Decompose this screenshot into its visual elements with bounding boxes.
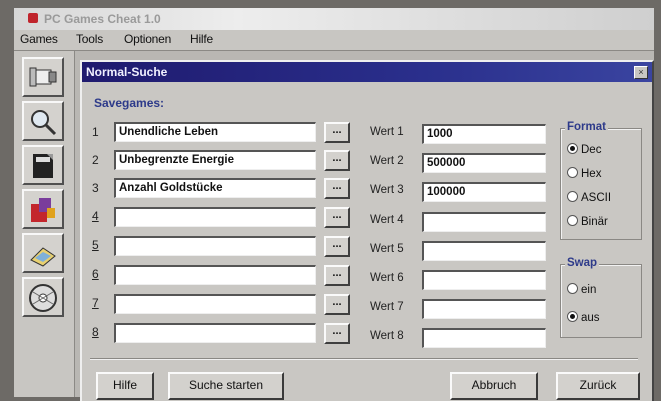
row-number: 6 [92,267,99,281]
tool-button-hand[interactable] [22,233,64,273]
format-option-ascii[interactable]: ASCII [567,191,611,204]
row-number: 8 [92,325,99,339]
back-button[interactable]: Zurück [556,372,640,400]
swap-option-aus[interactable]: aus [567,311,600,324]
wert-label: Wert 2 [370,155,404,167]
format-group: Format Dec Hex ASCII Binär [560,121,642,240]
savegame-name-field[interactable]: Anzahl Goldstücke [114,178,316,198]
wert-label: Wert 8 [370,330,404,342]
menu-games[interactable]: Games [20,32,58,46]
savegame-name-field[interactable] [114,236,316,256]
app-title: PC Games Cheat 1.0 [44,12,161,26]
row-number: 7 [92,296,99,310]
menu-optionen[interactable]: Optionen [124,32,171,46]
savegame-name-field[interactable] [114,294,316,314]
wert-value-field[interactable] [422,241,546,261]
app-title-bar: PC Games Cheat 1.0 [14,8,654,30]
wert-label: Wert 3 [370,184,404,196]
browse-button[interactable]: ... [324,265,350,286]
tool-button-scroll[interactable] [22,57,64,97]
swap-option-ein[interactable]: ein [567,283,596,296]
menu-hilfe[interactable]: Hilfe [190,32,213,46]
row-number: 4 [92,209,99,223]
wert-value-field[interactable] [422,212,546,232]
browse-button[interactable]: ... [324,294,350,315]
savegame-name-field[interactable] [114,323,316,343]
tool-button-disc[interactable] [22,277,64,317]
app-icon [28,13,38,23]
dialog-title: Normal-Suche [82,62,652,82]
left-toolbar [14,51,75,397]
radio-checked-icon [567,143,578,154]
browse-button[interactable]: ... [324,122,350,143]
menu-bar: Games Tools Optionen Hilfe [14,30,654,51]
wert-label: Wert 1 [370,126,404,138]
radio-unchecked-icon [567,283,578,294]
browse-button[interactable]: ... [324,150,350,171]
cancel-button[interactable]: Abbruch [450,372,538,400]
tool-button-search[interactable] [22,101,64,141]
row-number: 2 [92,153,99,167]
wert-value-field[interactable] [422,328,546,348]
format-option-dec[interactable]: Dec [567,143,601,156]
row-number: 1 [92,125,99,139]
format-option-binaer[interactable]: Binär [567,215,608,228]
document-icon [33,154,53,178]
browse-button[interactable]: ... [324,323,350,344]
tool-button-paint[interactable] [22,189,64,229]
savegames-label: Savegames: [94,96,165,110]
scroll-icon [29,67,57,87]
wert-label: Wert 5 [370,243,404,255]
menu-tools[interactable]: Tools [76,32,103,46]
search-start-button[interactable]: Suche starten [168,372,284,400]
savegame-name-field[interactable]: Unendliche Leben [114,122,316,142]
format-option-hex[interactable]: Hex [567,167,601,180]
paint-icon [31,198,55,222]
close-icon[interactable]: × [634,66,648,79]
radio-checked-icon [567,311,578,322]
help-button[interactable]: Hilfe [96,372,154,400]
row-number: 3 [92,181,99,195]
wert-label: Wert 6 [370,272,404,284]
normal-search-dialog: Normal-Suche × Savegames: 1 Unendliche L… [80,60,654,401]
browse-button[interactable]: ... [324,178,350,199]
swap-title: Swap [565,257,600,269]
tool-button-document[interactable] [22,145,64,185]
radio-unchecked-icon [567,167,578,178]
wert-value-field[interactable] [422,299,546,319]
savegame-name-field[interactable] [114,207,316,227]
magnifier-icon [31,110,57,136]
row-number: 5 [92,238,99,252]
browse-button[interactable]: ... [324,236,350,257]
browse-button[interactable]: ... [324,207,350,228]
radio-unchecked-icon [567,215,578,226]
wert-value-field[interactable]: 1000 [422,124,546,144]
wert-value-field[interactable] [422,270,546,290]
wert-value-field[interactable]: 100000 [422,182,546,202]
divider [90,358,638,360]
savegame-name-field[interactable] [114,265,316,285]
format-title: Format [565,121,608,133]
swap-group: Swap ein aus [560,257,642,338]
wert-label: Wert 4 [370,214,404,226]
hand-icon [30,247,56,267]
savegame-name-field[interactable]: Unbegrenzte Energie [114,150,316,170]
wert-value-field[interactable]: 500000 [422,153,546,173]
radio-unchecked-icon [567,191,578,202]
wert-label: Wert 7 [370,301,404,313]
disc-icon [29,284,57,312]
